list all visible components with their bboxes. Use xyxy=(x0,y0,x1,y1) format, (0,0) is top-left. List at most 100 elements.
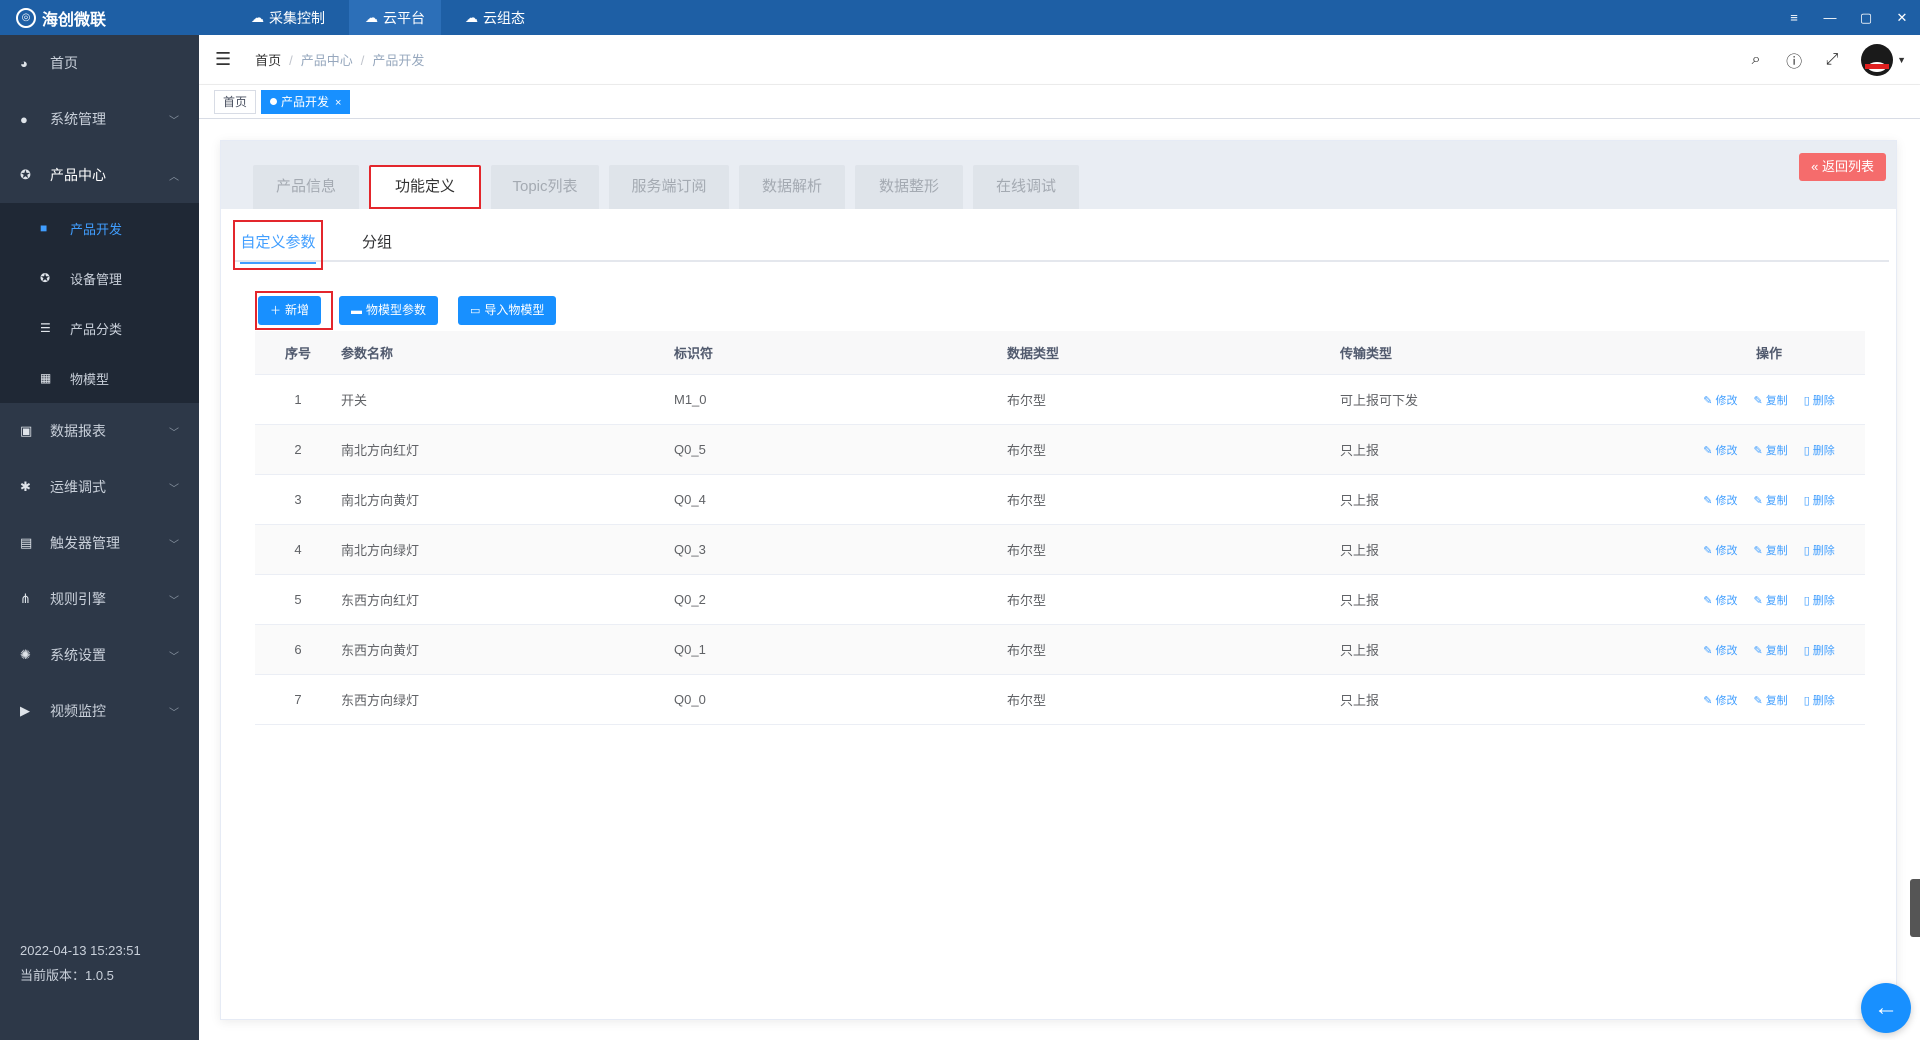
tab-function-definition[interactable]: 功能定义 xyxy=(369,165,481,209)
app-logo: ◎ 海创微联 xyxy=(0,0,199,35)
delete-button[interactable]: ▯ 删除 xyxy=(1804,395,1835,407)
cloud-sync-icon: ☁ xyxy=(251,9,264,25)
sidebar-item-system-settings[interactable]: ✺ 系统设置 ﹀ xyxy=(0,627,199,683)
help-icon[interactable]: ⓘ xyxy=(1775,48,1813,72)
copy-button[interactable]: ✎ 复制 xyxy=(1753,495,1787,507)
tab-server-subscription[interactable]: 服务端订阅 xyxy=(609,165,729,209)
subtab-group[interactable]: 分组 xyxy=(357,226,397,260)
edit-icon: ✎ xyxy=(1703,544,1713,557)
folder-open-icon: ▭ xyxy=(470,305,481,317)
table-row: 2 南北方向红灯 Q0_5 布尔型 只上报 ✎ 修改 ✎ 复制 ▯ 删除 xyxy=(255,425,1865,475)
chevron-down-icon: ﹀ xyxy=(169,707,179,719)
delete-button[interactable]: ▯ 删除 xyxy=(1804,495,1835,507)
tab-online-debug[interactable]: 在线调试 xyxy=(973,165,1079,209)
edit-button[interactable]: ✎ 修改 xyxy=(1703,695,1737,707)
edit-button[interactable]: ✎ 修改 xyxy=(1703,395,1737,407)
breadcrumb: 首页 / 产品中心 / 产品开发 xyxy=(255,53,425,68)
copy-button[interactable]: ✎ 复制 xyxy=(1753,395,1787,407)
close-icon[interactable]: ✕ xyxy=(1884,10,1920,26)
tab-data-shaping[interactable]: 数据整形 xyxy=(855,165,963,209)
sidebar-item-trigger-management[interactable]: ▤ 触发器管理 ﹀ xyxy=(0,515,199,571)
cell-param-name: 开关 xyxy=(341,393,368,408)
sidebar-item-product-dev[interactable]: ■ 产品开发 xyxy=(0,203,199,253)
delete-button[interactable]: ▯ 删除 xyxy=(1804,595,1835,607)
dashboard-icon: ◕ xyxy=(20,55,28,71)
nav-cloud-config[interactable]: ☁ 云组态 xyxy=(449,0,541,35)
plus-icon: ＋ xyxy=(270,305,281,317)
delete-button[interactable]: ▯ 删除 xyxy=(1804,645,1835,657)
copy-button[interactable]: ✎ 复制 xyxy=(1753,545,1787,557)
back-fab-button[interactable]: ← xyxy=(1861,983,1911,1033)
chevron-down-icon: ﹀ xyxy=(169,427,179,439)
add-button[interactable]: ＋新增 xyxy=(258,296,322,325)
trash-icon: ▯ xyxy=(1803,694,1810,707)
col-transfer-type: 传输类型 xyxy=(1340,346,1393,361)
subtab-custom-params[interactable]: 自定义参数 xyxy=(233,220,323,270)
copy-icon: ✎ xyxy=(1753,394,1763,407)
sidebar-item-ops-debug[interactable]: ✱ 运维调式 ﹀ xyxy=(0,459,199,515)
menu-icon[interactable]: ≡ xyxy=(1776,10,1812,25)
monitor-icon: ▬ xyxy=(351,305,362,317)
delete-button[interactable]: ▯ 删除 xyxy=(1804,445,1835,457)
cell-index: 4 xyxy=(294,542,302,557)
breadcrumb-home[interactable]: 首页 xyxy=(255,53,281,68)
cell-data-type: 布尔型 xyxy=(1007,543,1047,558)
close-tag-icon[interactable]: × xyxy=(335,97,341,109)
edit-button[interactable]: ✎ 修改 xyxy=(1703,445,1737,457)
tag-product-dev[interactable]: 产品开发 × xyxy=(261,89,351,114)
nav-cloud-platform[interactable]: ☁ 云平台 xyxy=(349,0,441,35)
cell-identifier: Q0_4 xyxy=(674,492,706,507)
sidebar-item-product-category[interactable]: ☰ 产品分类 xyxy=(0,303,199,353)
sidebar-item-home[interactable]: ◕ 首页 xyxy=(0,35,199,91)
chevron-down-icon: ﹀ xyxy=(169,595,179,607)
delete-button[interactable]: ▯ 删除 xyxy=(1804,695,1835,707)
import-model-button[interactable]: ▭ 导入物模型 xyxy=(458,296,557,325)
header: ☰ 首页 / 产品中心 / 产品开发 ⌕ ⓘ ⤢ ▼ xyxy=(199,35,1920,85)
copy-button[interactable]: ✎ 复制 xyxy=(1753,645,1787,657)
sidebar-item-thing-model[interactable]: ▦ 物模型 xyxy=(0,353,199,403)
report-icon: ▣ xyxy=(20,423,33,438)
cell-transfer-type: 只上报 xyxy=(1340,593,1380,608)
sidebar-item-video-monitor[interactable]: ▶ 视频监控 ﹀ xyxy=(0,683,199,739)
edit-button[interactable]: ✎ 修改 xyxy=(1703,495,1737,507)
main-content: 产品信息 功能定义 Topic列表 服务端订阅 数据解析 数据整形 在线调试 «… xyxy=(199,119,1920,1040)
cell-operations: ✎ 修改 ✎ 复制 ▯ 删除 xyxy=(1673,392,1865,408)
nav-collect-control[interactable]: ☁ 采集控制 xyxy=(235,0,341,35)
sidebar-item-data-report[interactable]: ▣ 数据报表 ﹀ xyxy=(0,403,199,459)
cell-data-type: 布尔型 xyxy=(1007,443,1047,458)
copy-button[interactable]: ✎ 复制 xyxy=(1753,595,1787,607)
avatar[interactable] xyxy=(1861,44,1894,76)
sidebar-item-device-management[interactable]: ✪ 设备管理 xyxy=(0,253,199,303)
search-icon[interactable]: ⌕ xyxy=(1737,51,1775,69)
back-to-list-button[interactable]: « 返回列表 xyxy=(1799,153,1886,181)
cell-transfer-type: 只上报 xyxy=(1340,443,1380,458)
tag-home[interactable]: 首页 xyxy=(214,89,257,114)
double-left-icon: « xyxy=(1811,159,1819,174)
fullscreen-icon[interactable]: ⤢ xyxy=(1813,51,1851,69)
copy-button[interactable]: ✎ 复制 xyxy=(1753,695,1787,707)
tab-topic-list[interactable]: Topic列表 xyxy=(491,165,599,209)
cell-operations: ✎ 修改 ✎ 复制 ▯ 删除 xyxy=(1673,642,1865,658)
sidebar-item-product-center[interactable]: ✪ 产品中心 ︿ xyxy=(0,147,199,203)
user-icon: ● xyxy=(20,111,28,127)
sidebar-item-system-management[interactable]: ● 系统管理 ﹀ xyxy=(0,91,199,147)
tab-product-info[interactable]: 产品信息 xyxy=(253,165,359,209)
tab-data-parsing[interactable]: 数据解析 xyxy=(739,165,845,209)
side-scroll-handle[interactable] xyxy=(1910,879,1920,937)
maximize-icon[interactable]: ▢ xyxy=(1848,10,1884,26)
edit-button[interactable]: ✎ 修改 xyxy=(1703,545,1737,557)
minimize-icon[interactable]: — xyxy=(1812,10,1848,25)
edit-button[interactable]: ✎ 修改 xyxy=(1703,645,1737,657)
copy-button[interactable]: ✎ 复制 xyxy=(1753,445,1787,457)
trigger-icon: ▤ xyxy=(20,535,33,550)
cell-operations: ✎ 修改 ✎ 复制 ▯ 删除 xyxy=(1673,592,1865,608)
cell-index: 7 xyxy=(294,692,302,707)
copy-icon: ✎ xyxy=(1753,644,1763,657)
delete-button[interactable]: ▯ 删除 xyxy=(1804,545,1835,557)
model-params-button[interactable]: ▬ 物模型参数 xyxy=(339,296,439,325)
edit-button[interactable]: ✎ 修改 xyxy=(1703,595,1737,607)
cell-param-name: 南北方向红灯 xyxy=(341,443,420,458)
caret-down-icon[interactable]: ▼ xyxy=(1897,55,1906,65)
sidebar-toggle-icon[interactable]: ☰ xyxy=(215,49,231,70)
sidebar-item-rule-engine[interactable]: ⋔ 规则引擎 ﹀ xyxy=(0,571,199,627)
